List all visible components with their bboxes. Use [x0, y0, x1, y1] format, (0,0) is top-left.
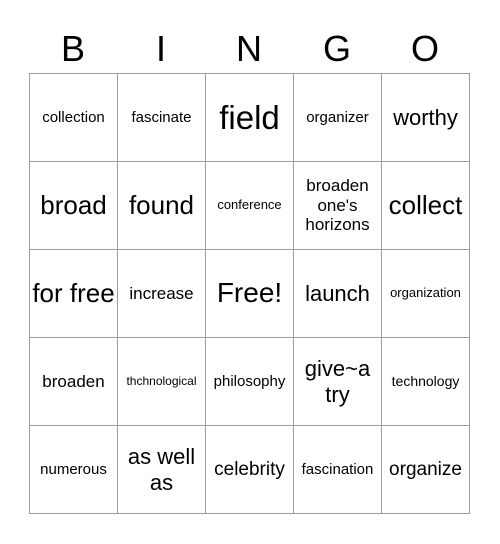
bingo-cell[interactable]: worthy — [382, 74, 470, 162]
bingo-cell[interactable]: collection — [30, 74, 118, 162]
bingo-cell[interactable]: organizer — [294, 74, 382, 162]
bingo-cell[interactable]: technology — [382, 338, 470, 426]
bingo-cell[interactable]: for free — [30, 250, 118, 338]
bingo-cell[interactable]: organize — [382, 426, 470, 514]
bingo-cell[interactable]: philosophy — [206, 338, 294, 426]
bingo-header: B I N G O — [29, 26, 470, 72]
bingo-cell[interactable]: celebrity — [206, 426, 294, 514]
bingo-cell[interactable]: increase — [118, 250, 206, 338]
header-letter-n: N — [236, 28, 262, 69]
header-letter-i: I — [155, 28, 166, 69]
bingo-cell[interactable]: fascinate — [118, 74, 206, 162]
bingo-cell[interactable]: broaden — [30, 338, 118, 426]
bingo-cell[interactable]: as well as — [118, 426, 206, 514]
header-letter-b: B — [60, 28, 85, 69]
bingo-grid: collection fascinate field organizer wor… — [29, 73, 470, 514]
bingo-cell[interactable]: numerous — [30, 426, 118, 514]
bingo-cell[interactable]: give~a try — [294, 338, 382, 426]
bingo-cell[interactable]: field — [206, 74, 294, 162]
header-letter-o: O — [410, 28, 439, 69]
bingo-cell[interactable]: broaden one's horizons — [294, 162, 382, 250]
bingo-cell[interactable]: collect — [382, 162, 470, 250]
header-letter-g: G — [322, 28, 351, 69]
bingo-cell[interactable]: broad — [30, 162, 118, 250]
free-space[interactable]: Free! — [206, 250, 294, 338]
bingo-cell[interactable]: thchnological — [118, 338, 206, 426]
bingo-cell[interactable]: fascination — [294, 426, 382, 514]
bingo-cell[interactable]: launch — [294, 250, 382, 338]
bingo-cell[interactable]: found — [118, 162, 206, 250]
bingo-cell[interactable]: conference — [206, 162, 294, 250]
bingo-cell[interactable]: organization — [382, 250, 470, 338]
